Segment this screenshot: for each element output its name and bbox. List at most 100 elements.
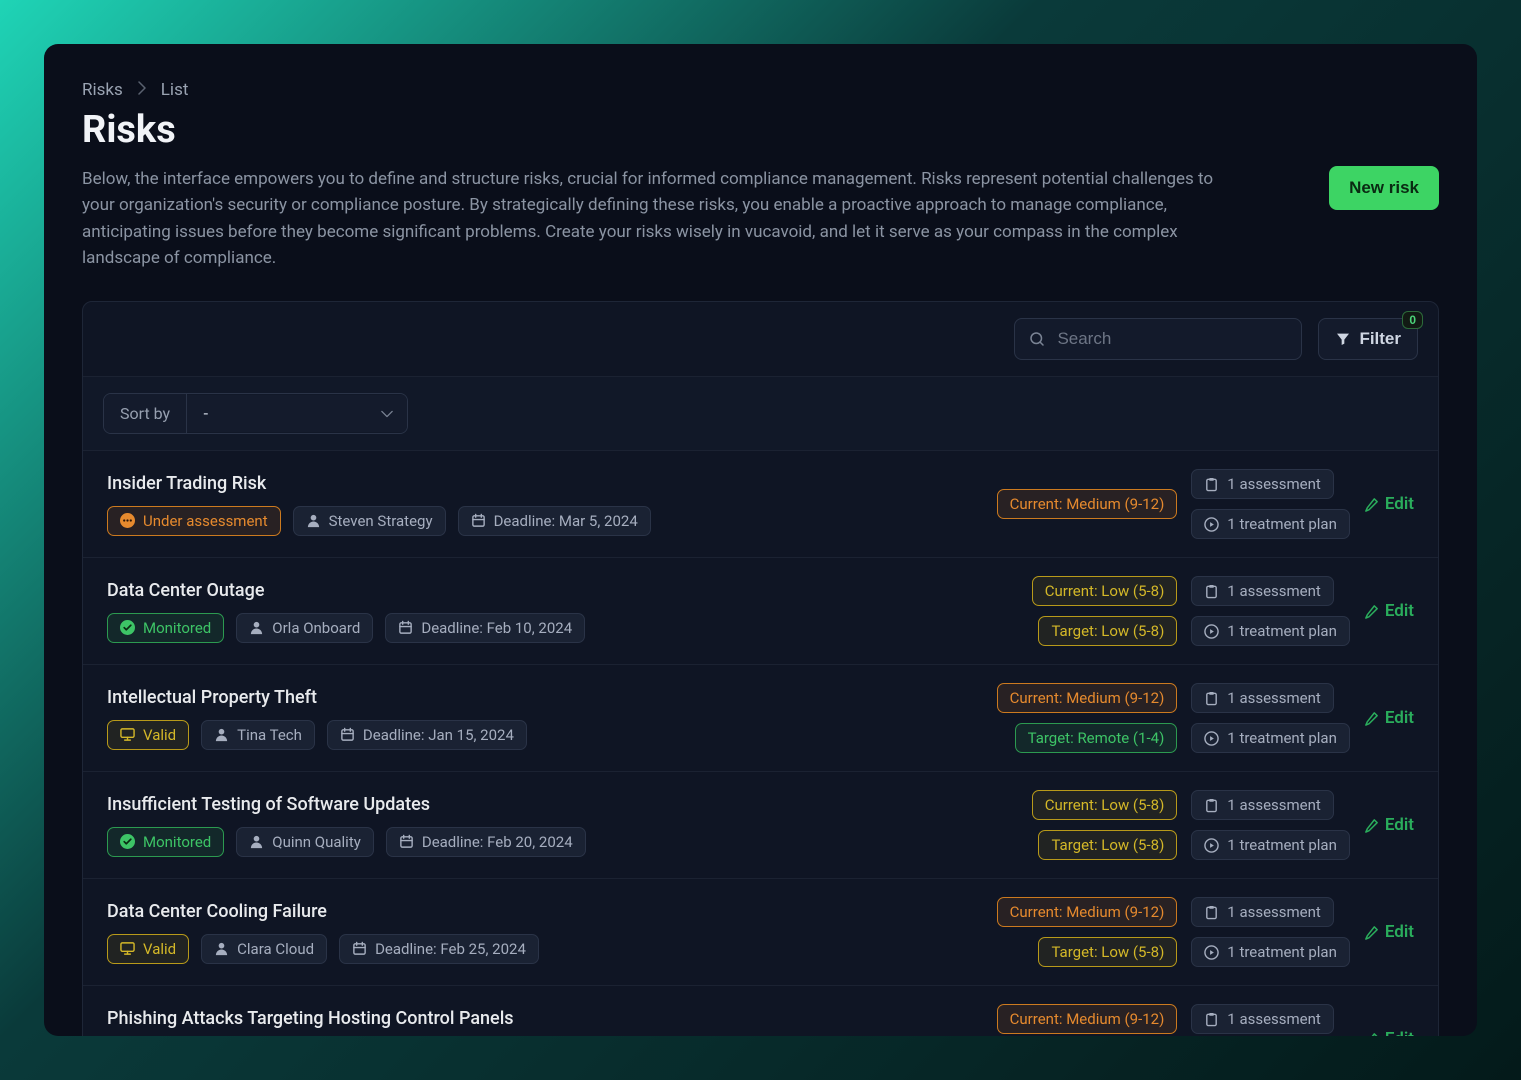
page-description: Below, the interface empowers you to def… [82, 166, 1232, 271]
edit-button[interactable]: Edit [1364, 708, 1414, 728]
pencil-icon [1364, 818, 1379, 833]
owner-name: Quinn Quality [272, 833, 361, 851]
deadline-pill: Deadline: Feb 25, 2024 [339, 934, 539, 964]
deadline-text: Deadline: Feb 25, 2024 [375, 940, 526, 958]
treatments-pill[interactable]: 1 treatment plan [1191, 937, 1350, 967]
sort-control: Sort by - [103, 393, 408, 434]
owner-pill: Orla Onboard [236, 613, 373, 643]
page-title: Risks [82, 108, 1232, 152]
treatments-pill[interactable]: 1 treatment plan [1191, 509, 1350, 539]
assessments-pill[interactable]: 1 assessment [1191, 897, 1334, 927]
edit-button[interactable]: Edit [1364, 1029, 1414, 1036]
status-label: Valid [143, 726, 176, 744]
risk-level-pill: Target: Low (5-8) [1038, 937, 1177, 967]
edit-label: Edit [1385, 708, 1414, 728]
risk-title: Data Center Outage [107, 580, 1012, 601]
risk-level-pill: Current: Medium (9-12) [997, 489, 1178, 519]
risk-row[interactable]: Insider Trading Risk Under assessment St… [83, 451, 1438, 558]
edit-button[interactable]: Edit [1364, 601, 1414, 621]
status-pill: Monitored [107, 827, 224, 857]
assessments-pill[interactable]: 1 assessment [1191, 683, 1334, 713]
clipboard-icon [1204, 691, 1219, 706]
treatments-count: 1 treatment plan [1227, 836, 1337, 854]
play-circle-icon [1204, 731, 1219, 746]
assessments-count: 1 assessment [1227, 903, 1321, 921]
treatments-count: 1 treatment plan [1227, 943, 1337, 961]
deadline-pill: Deadline: Feb 10, 2024 [385, 613, 585, 643]
deadline-pill: Deadline: Mar 5, 2024 [458, 506, 651, 536]
owner-pill: Steven Strategy [293, 506, 446, 536]
pencil-icon [1364, 711, 1379, 726]
status-label: Under assessment [143, 512, 268, 530]
status-label: Monitored [143, 619, 211, 637]
treatments-count: 1 treatment plan [1227, 622, 1337, 640]
edit-label: Edit [1385, 494, 1414, 514]
owner-name: Steven Strategy [329, 512, 433, 530]
risk-level-pill: Current: Medium (9-12) [997, 1004, 1178, 1034]
treatments-count: 1 treatment plan [1227, 515, 1337, 533]
new-risk-button[interactable]: New risk [1329, 166, 1439, 210]
play-circle-icon [1204, 838, 1219, 853]
breadcrumb-list[interactable]: List [161, 80, 189, 100]
filter-button[interactable]: Filter 0 [1318, 318, 1418, 360]
user-icon [214, 727, 229, 742]
status-pill: Under assessment [107, 506, 281, 536]
filter-label: Filter [1359, 329, 1401, 349]
edit-button[interactable]: Edit [1364, 815, 1414, 835]
deadline-text: Deadline: Mar 5, 2024 [494, 512, 638, 530]
calendar-icon [352, 941, 367, 956]
risk-title: Insufficient Testing of Software Updates [107, 794, 1012, 815]
clipboard-icon [1204, 584, 1219, 599]
search-input[interactable] [1014, 318, 1302, 360]
list-toolbar: Filter 0 [83, 302, 1438, 377]
risk-row[interactable]: Intellectual Property Theft Valid Tina T… [83, 665, 1438, 772]
list-container: Filter 0 Sort by - Insider Trading Risk [82, 301, 1439, 1036]
monitor-icon [120, 941, 135, 956]
clipboard-icon [1204, 798, 1219, 813]
status-pill: Valid [107, 934, 189, 964]
assessments-count: 1 assessment [1227, 689, 1321, 707]
status-label: Valid [143, 940, 176, 958]
risk-level-pill: Current: Low (5-8) [1032, 790, 1178, 820]
treatments-pill[interactable]: 1 treatment plan [1191, 830, 1350, 860]
header-row: Risks Below, the interface empowers you … [82, 108, 1439, 271]
calendar-icon [399, 834, 414, 849]
deadline-text: Deadline: Jan 15, 2024 [363, 726, 514, 744]
assessments-pill[interactable]: 1 assessment [1191, 1004, 1334, 1034]
play-circle-icon [1204, 945, 1219, 960]
treatments-pill[interactable]: 1 treatment plan [1191, 616, 1350, 646]
assessments-count: 1 assessment [1227, 796, 1321, 814]
risk-row[interactable]: Phishing Attacks Targeting Hosting Contr… [83, 986, 1438, 1036]
risk-title: Data Center Cooling Failure [107, 901, 977, 922]
assessments-pill[interactable]: 1 assessment [1191, 469, 1334, 499]
owner-name: Orla Onboard [272, 619, 360, 637]
chevron-right-icon [137, 80, 147, 100]
assessments-pill[interactable]: 1 assessment [1191, 576, 1334, 606]
calendar-icon [398, 620, 413, 635]
edit-button[interactable]: Edit [1364, 922, 1414, 942]
monitor-icon [120, 727, 135, 742]
treatments-count: 1 treatment plan [1227, 729, 1337, 747]
risk-row[interactable]: Data Center Cooling Failure Valid Clara … [83, 879, 1438, 986]
clipboard-icon [1204, 1012, 1219, 1027]
breadcrumb-risks[interactable]: Risks [82, 80, 123, 100]
edit-button[interactable]: Edit [1364, 494, 1414, 514]
assessments-count: 1 assessment [1227, 582, 1321, 600]
status-pill: Monitored [107, 613, 224, 643]
pencil-icon [1364, 1032, 1379, 1036]
clipboard-icon [1204, 905, 1219, 920]
sort-by-label: Sort by [104, 394, 187, 433]
risk-rows: Insider Trading Risk Under assessment St… [83, 451, 1438, 1036]
sort-select[interactable]: - [187, 395, 407, 432]
risk-row[interactable]: Insufficient Testing of Software Updates… [83, 772, 1438, 879]
assessments-pill[interactable]: 1 assessment [1191, 790, 1334, 820]
user-icon [249, 834, 264, 849]
main-panel: Risks List Risks Below, the interface em… [44, 44, 1477, 1036]
calendar-icon [340, 727, 355, 742]
deadline-text: Deadline: Feb 20, 2024 [422, 833, 573, 851]
risk-title: Phishing Attacks Targeting Hosting Contr… [107, 1008, 977, 1029]
risk-row[interactable]: Data Center Outage Monitored Orla Onboar… [83, 558, 1438, 665]
calendar-icon [471, 513, 486, 528]
sort-row: Sort by - [83, 377, 1438, 451]
treatments-pill[interactable]: 1 treatment plan [1191, 723, 1350, 753]
